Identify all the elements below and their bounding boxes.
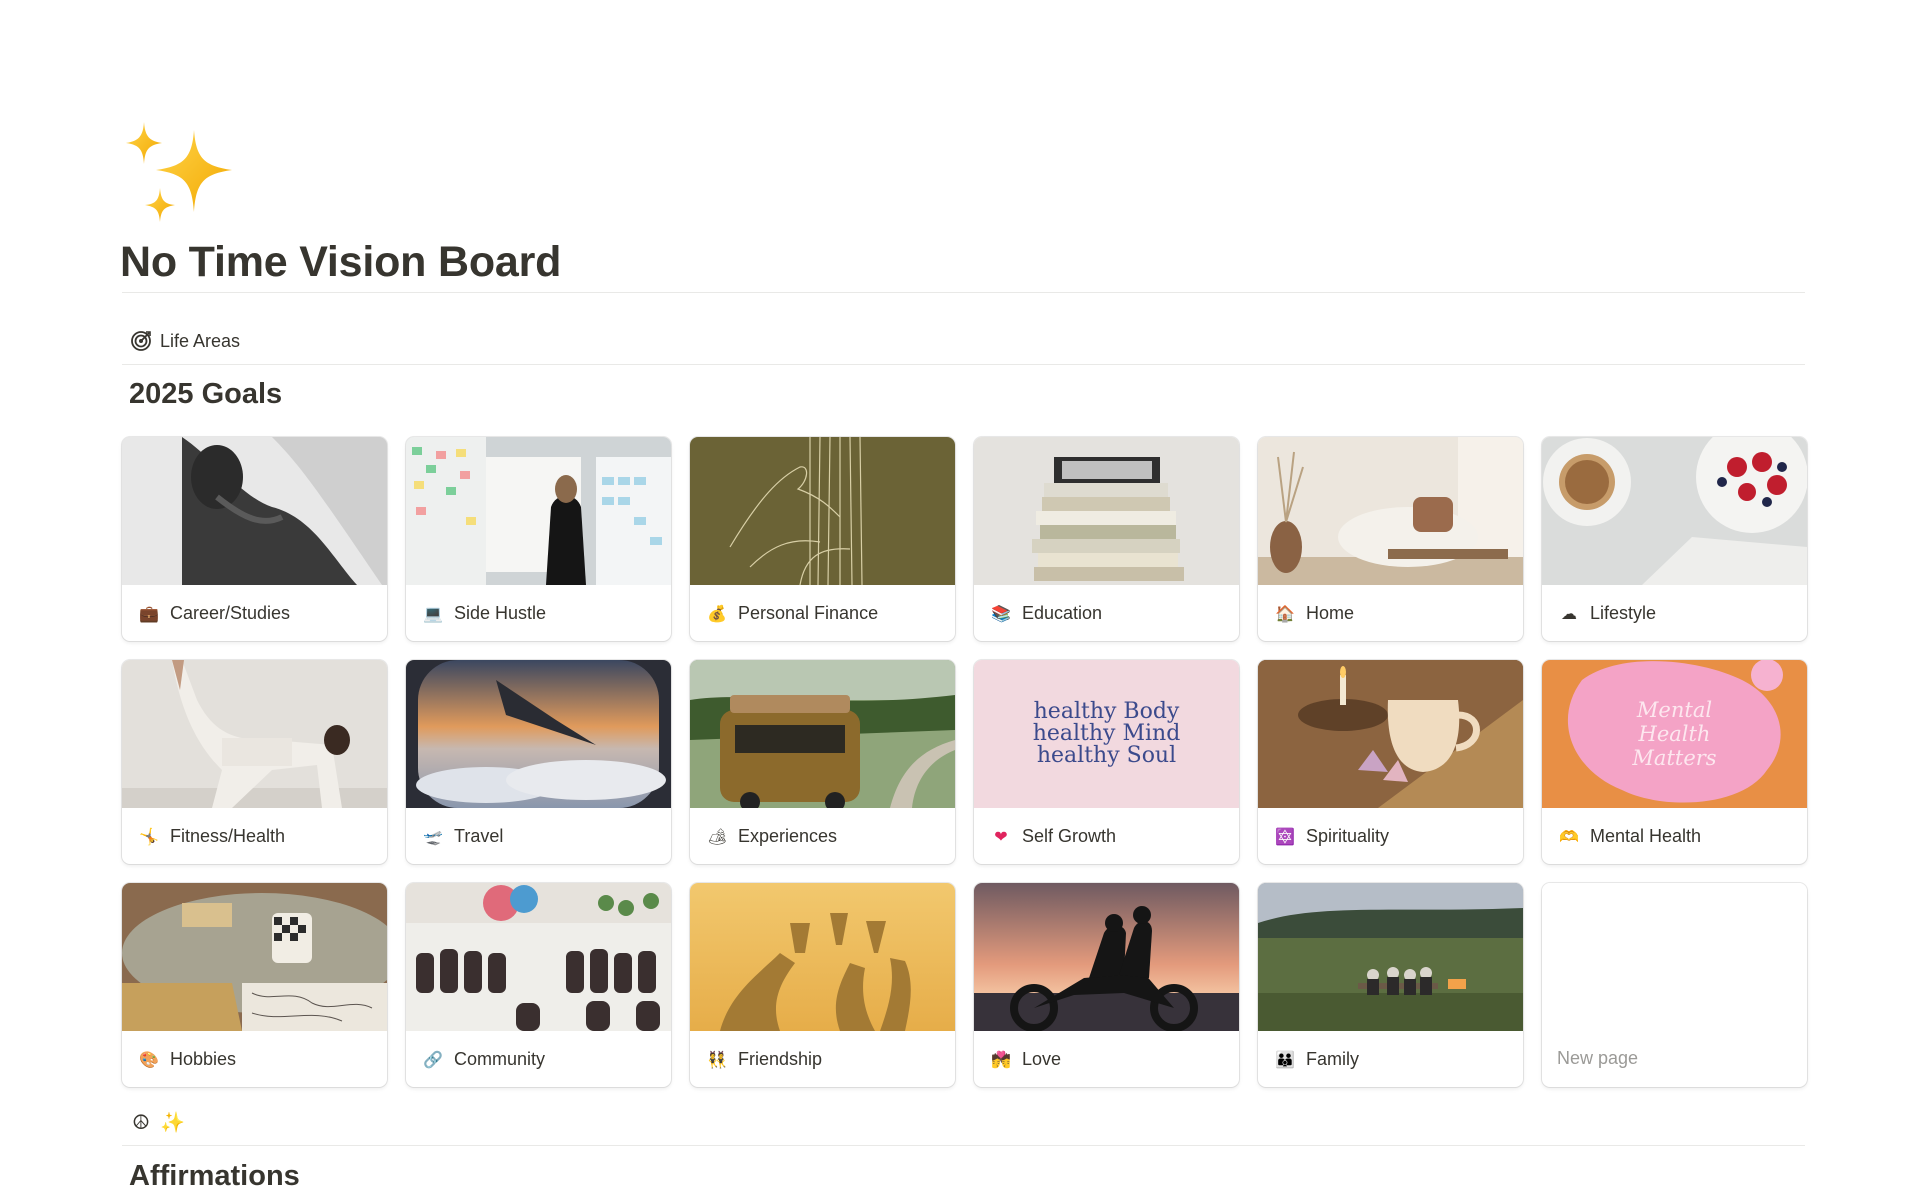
card-cover-image [122, 660, 387, 808]
cover-text-line: Matters [1632, 746, 1717, 770]
briefcase-icon: 💼 [139, 603, 159, 623]
card-cover-image: Mental Health Matters [1542, 660, 1807, 808]
card-title: Mental Health [1590, 825, 1702, 846]
new-page-card[interactable]: New page [1542, 883, 1807, 1087]
gallery-card-hobbies[interactable]: 🎨 Hobbies [122, 883, 387, 1087]
star-of-david-icon: 🔯 [1275, 826, 1295, 846]
link-icon: 🔗 [423, 1049, 443, 1069]
card-title: Spirituality [1306, 825, 1390, 846]
cloud-icon: ☁ [1561, 603, 1577, 623]
gallery-card-mental-health[interactable]: Mental Health Matters 🫶 Mental Health [1542, 660, 1807, 864]
card-cover-image [122, 883, 387, 1031]
airplane-icon: 🛫 [423, 826, 443, 846]
books-icon: 📚 [991, 603, 1011, 623]
title-divider [122, 292, 1805, 293]
couple-kiss-icon: 💏 [991, 1049, 1011, 1069]
gallery-card-love[interactable]: 💏 Love [974, 883, 1239, 1087]
card-cover-image [1258, 883, 1523, 1031]
family-icon: 👪 [1275, 1049, 1295, 1069]
card-title: Friendship [738, 1048, 823, 1069]
card-title: Lifestyle [1590, 602, 1657, 623]
person-cartwheel-icon: 🤸 [139, 826, 159, 846]
card-cover-image [1542, 437, 1807, 585]
gallery-card-friendship[interactable]: 👯 Friendship [690, 883, 955, 1087]
card-title: Education [1022, 602, 1103, 623]
goals-heading[interactable]: 2025 Goals [129, 378, 282, 411]
house-icon: 🏠 [1275, 603, 1295, 623]
card-cover-image [406, 437, 671, 585]
gallery-card-fitness-health[interactable]: 🤸 Fitness/Health [122, 660, 387, 864]
gallery-card-travel[interactable]: 🛫 Travel [406, 660, 671, 864]
dancers-icon: 👯 [707, 1049, 727, 1069]
affirmations-heading[interactable]: Affirmations [129, 1160, 300, 1193]
card-cover-image [690, 660, 955, 808]
card-cover-image [690, 883, 955, 1031]
notion-page: No Time Vision Board Life Areas 2025 Goa… [0, 0, 1920, 1199]
sparkles-icon[interactable] [122, 120, 242, 236]
card-title: Family [1306, 1048, 1359, 1069]
card-cover-image [122, 437, 387, 585]
card-title: Self Growth [1022, 825, 1117, 846]
new-page-label: New page [1557, 1048, 1639, 1068]
empty-cover [1542, 883, 1807, 1031]
gallery-card-self-growth[interactable]: healthy Body healthy Mind healthy Soul ❤… [974, 660, 1239, 864]
gallery-card-lifestyle[interactable]: ☁ Lifestyle [1542, 437, 1807, 641]
card-title: Hobbies [170, 1048, 237, 1069]
target-icon [130, 330, 152, 352]
heart-icon: ❤ [994, 826, 1008, 846]
camping-icon: 🏕 [707, 826, 728, 846]
gallery-card-community[interactable]: 🔗 Community [406, 883, 671, 1087]
card-cover-image [406, 660, 671, 808]
gallery-card-home[interactable]: 🏠 Home [1258, 437, 1523, 641]
card-title: Love [1022, 1048, 1062, 1069]
page-title[interactable]: No Time Vision Board [120, 238, 561, 287]
sparkles-icon: ✨ [159, 1110, 185, 1134]
card-title: Personal Finance [738, 602, 879, 623]
gallery-card-education[interactable]: 📚 Education [974, 437, 1239, 641]
card-title: Career/Studies [170, 602, 291, 623]
card-cover-image [974, 883, 1239, 1031]
gallery-card-family[interactable]: 👪 Family [1258, 883, 1523, 1087]
card-title: Fitness/Health [170, 825, 286, 846]
cover-text-line: Mental [1636, 698, 1713, 722]
affirmations-icons: ☮ ✨ [132, 1110, 185, 1134]
heart-hands-icon: 🫶 [1559, 826, 1579, 846]
card-cover-image [690, 437, 955, 585]
card-cover-image [974, 437, 1239, 585]
cover-text-line: healthy Body [1033, 699, 1180, 724]
card-title: Travel [454, 825, 504, 846]
palette-icon: 🎨 [139, 1049, 159, 1069]
card-title: Side Hustle [454, 602, 547, 623]
goals-gallery: 💼 Career/Studies 💻 Side Hustle 💰 Persona… [122, 437, 1808, 1087]
gallery-card-side-hustle[interactable]: 💻 Side Hustle [406, 437, 671, 641]
laptop-icon: 💻 [423, 603, 443, 623]
gallery-card-personal-finance[interactable]: 💰 Personal Finance [690, 437, 955, 641]
cover-text-line: Health [1638, 722, 1711, 746]
cover-text-line: healthy Soul [1036, 743, 1177, 768]
life-areas-link[interactable]: Life Areas [130, 326, 240, 356]
card-cover-image [1258, 660, 1523, 808]
card-cover-image: healthy Body healthy Mind healthy Soul [974, 660, 1239, 808]
life-areas-label: Life Areas [160, 330, 241, 351]
gallery-card-spirituality[interactable]: 🔯 Spirituality [1258, 660, 1523, 864]
card-title: Experiences [738, 825, 838, 846]
card-cover-image [1258, 437, 1523, 585]
section-divider [122, 1145, 1805, 1146]
card-title: Community [454, 1048, 546, 1069]
gallery-card-career-studies[interactable]: 💼 Career/Studies [122, 437, 387, 641]
card-cover-image [406, 883, 671, 1031]
peace-icon: ☮ [132, 1110, 150, 1134]
section-divider [122, 364, 1805, 365]
money-bag-icon: 💰 [707, 603, 727, 623]
cover-text-line: healthy Mind [1032, 721, 1181, 746]
gallery-card-experiences[interactable]: 🏕 Experiences [690, 660, 955, 864]
card-title: Home [1306, 602, 1355, 623]
